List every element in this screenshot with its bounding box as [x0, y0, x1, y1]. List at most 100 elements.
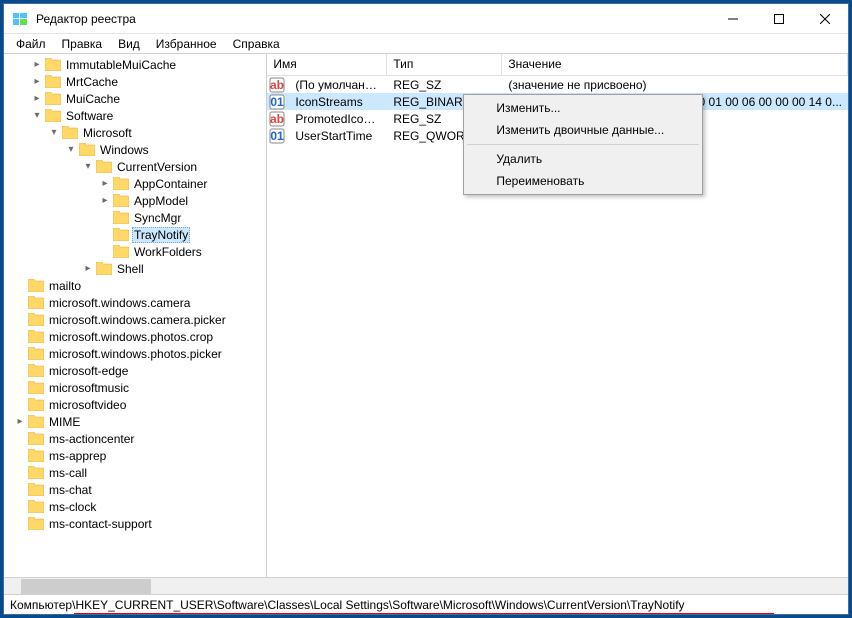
chevron-down-icon[interactable]: ▾	[80, 159, 96, 175]
tree-item-label: mailto	[47, 279, 83, 293]
folder-icon	[28, 346, 44, 362]
menubar: Файл Правка Вид Избранное Справка	[4, 34, 848, 54]
tree-item-label: CurrentVersion	[115, 160, 199, 174]
ctx-separator	[467, 144, 699, 145]
col-type[interactable]: Тип	[387, 54, 502, 75]
tree-item[interactable]: ▸MrtCache	[4, 73, 266, 90]
folder-icon	[62, 125, 78, 141]
tree-item[interactable]: ms-call	[4, 464, 266, 481]
app-icon	[12, 11, 28, 27]
tree-item[interactable]: microsoft.windows.photos.picker	[4, 345, 266, 362]
folder-icon	[45, 108, 61, 124]
tree-item[interactable]: mailto	[4, 277, 266, 294]
tree-item-label: microsoft.windows.photos.crop	[47, 330, 215, 344]
value-icon: ab	[269, 77, 285, 93]
tree-item-label: ms-apprep	[47, 449, 108, 463]
tree-item[interactable]: ms-apprep	[4, 447, 266, 464]
tree-item-label: MuiCache	[64, 92, 122, 106]
tree-scrollbar[interactable]	[4, 577, 848, 594]
tree-item[interactable]: microsoft.windows.camera	[4, 294, 266, 311]
col-name[interactable]: Имя	[267, 54, 387, 75]
menu-file[interactable]: Файл	[8, 35, 54, 53]
tree-item[interactable]: ▸ MuiCache	[4, 90, 266, 107]
folder-icon	[28, 329, 44, 345]
titlebar[interactable]: Редактор реестра	[4, 4, 848, 34]
context-menu: Изменить... Изменить двоичные данные... …	[463, 94, 703, 195]
maximize-button[interactable]	[756, 4, 802, 34]
folder-icon	[28, 397, 44, 413]
tree-item-label: ms-contact-support	[47, 517, 154, 531]
window-title: Редактор реестра	[36, 12, 710, 26]
tree-item[interactable]: ▾ CurrentVersion	[4, 158, 266, 175]
folder-icon	[45, 57, 61, 73]
chevron-right-icon[interactable]: ▸	[97, 176, 113, 192]
tree-item[interactable]: ms-chat	[4, 481, 266, 498]
tree-item-label: Windows	[98, 143, 151, 157]
value-icon: 01	[269, 128, 285, 144]
tree-item[interactable]: TrayNotify	[4, 226, 266, 243]
tree-item[interactable]: ▾Software	[4, 107, 266, 124]
minimize-button[interactable]	[710, 4, 756, 34]
chevron-right-icon[interactable]: ▸	[29, 57, 45, 73]
folder-icon	[113, 210, 129, 226]
scrollbar-thumb[interactable]	[21, 579, 151, 594]
ctx-delete[interactable]: Удалить	[466, 148, 700, 170]
menu-favorites[interactable]: Избранное	[148, 35, 225, 53]
menu-help[interactable]: Справка	[225, 35, 288, 53]
folder-icon	[28, 312, 44, 328]
tree-item[interactable]: microsoft.windows.camera.picker	[4, 311, 266, 328]
cell-type: REG_SZ	[387, 78, 502, 92]
chevron-right-icon[interactable]: ▸	[29, 74, 45, 90]
chevron-right-icon[interactable]: ▸	[29, 91, 45, 107]
chevron-down-icon[interactable]: ▾	[29, 108, 45, 124]
tree-pane[interactable]: ▸ImmutableMuiCache▸MrtCache▸MuiCache▾Sof…	[4, 54, 267, 577]
tree-item[interactable]: ms-contact-support	[4, 515, 266, 532]
folder-icon	[79, 142, 95, 158]
tree-item[interactable]: ms-clock	[4, 498, 266, 515]
chevron-right-icon[interactable]: ▸	[97, 193, 113, 209]
tree-item[interactable]: ▾ Microsoft	[4, 124, 266, 141]
folder-icon	[113, 176, 129, 192]
tree-item-label: microsoftvideo	[47, 398, 128, 412]
tree-item[interactable]: ▸ AppContainer	[4, 175, 266, 192]
tree-item[interactable]: ▸MIME	[4, 413, 266, 430]
col-value[interactable]: Значение	[502, 54, 848, 75]
chevron-right-icon[interactable]: ▸	[12, 414, 28, 430]
tree-item-label: ms-chat	[47, 483, 94, 497]
folder-icon	[45, 91, 61, 107]
cell-name: (По умолчанию)	[289, 78, 387, 92]
list-row[interactable]: ab(По умолчанию)REG_SZ(значение не присв…	[267, 76, 848, 93]
tree-item-label: ImmutableMuiCache	[64, 58, 178, 72]
folder-icon	[113, 244, 129, 260]
chevron-right-icon[interactable]: ▸	[80, 261, 96, 277]
svg-text:01: 01	[271, 129, 285, 143]
tree-item[interactable]: ▾ Windows	[4, 141, 266, 158]
tree-item[interactable]: microsoft-edge	[4, 362, 266, 379]
ctx-modify-binary[interactable]: Изменить двоичные данные...	[466, 119, 700, 141]
tree-item[interactable]: ▸Shell	[4, 260, 266, 277]
menu-edit[interactable]: Правка	[54, 35, 111, 53]
tree-item[interactable]: SyncMgr	[4, 209, 266, 226]
close-button[interactable]	[802, 4, 848, 34]
tree-item[interactable]: WorkFolders	[4, 243, 266, 260]
tree-item[interactable]: microsoftmusic	[4, 379, 266, 396]
folder-icon	[28, 431, 44, 447]
ctx-modify[interactable]: Изменить...	[466, 97, 700, 119]
menu-view[interactable]: Вид	[110, 35, 148, 53]
ctx-rename[interactable]: Переименовать	[466, 170, 700, 192]
folder-icon	[28, 363, 44, 379]
chevron-down-icon[interactable]: ▾	[46, 125, 62, 141]
cell-name: UserStartTime	[289, 129, 387, 143]
tree-item[interactable]: microsoft.windows.photos.crop	[4, 328, 266, 345]
chevron-down-icon[interactable]: ▾	[63, 142, 79, 158]
tree-item[interactable]: microsoftvideo	[4, 396, 266, 413]
tree-item[interactable]: ms-actioncenter	[4, 430, 266, 447]
folder-icon	[96, 159, 112, 175]
tree-item-label: microsoft.windows.camera.picker	[47, 313, 228, 327]
tree-item-label: Microsoft	[81, 126, 134, 140]
folder-icon	[28, 448, 44, 464]
list-pane: Имя Тип Значение ab(По умолчанию)REG_SZ(…	[267, 54, 848, 577]
tree-item[interactable]: ▸AppModel	[4, 192, 266, 209]
tree-item[interactable]: ▸ ImmutableMuiCache	[4, 56, 266, 73]
tree-item-label: AppContainer	[132, 177, 209, 191]
